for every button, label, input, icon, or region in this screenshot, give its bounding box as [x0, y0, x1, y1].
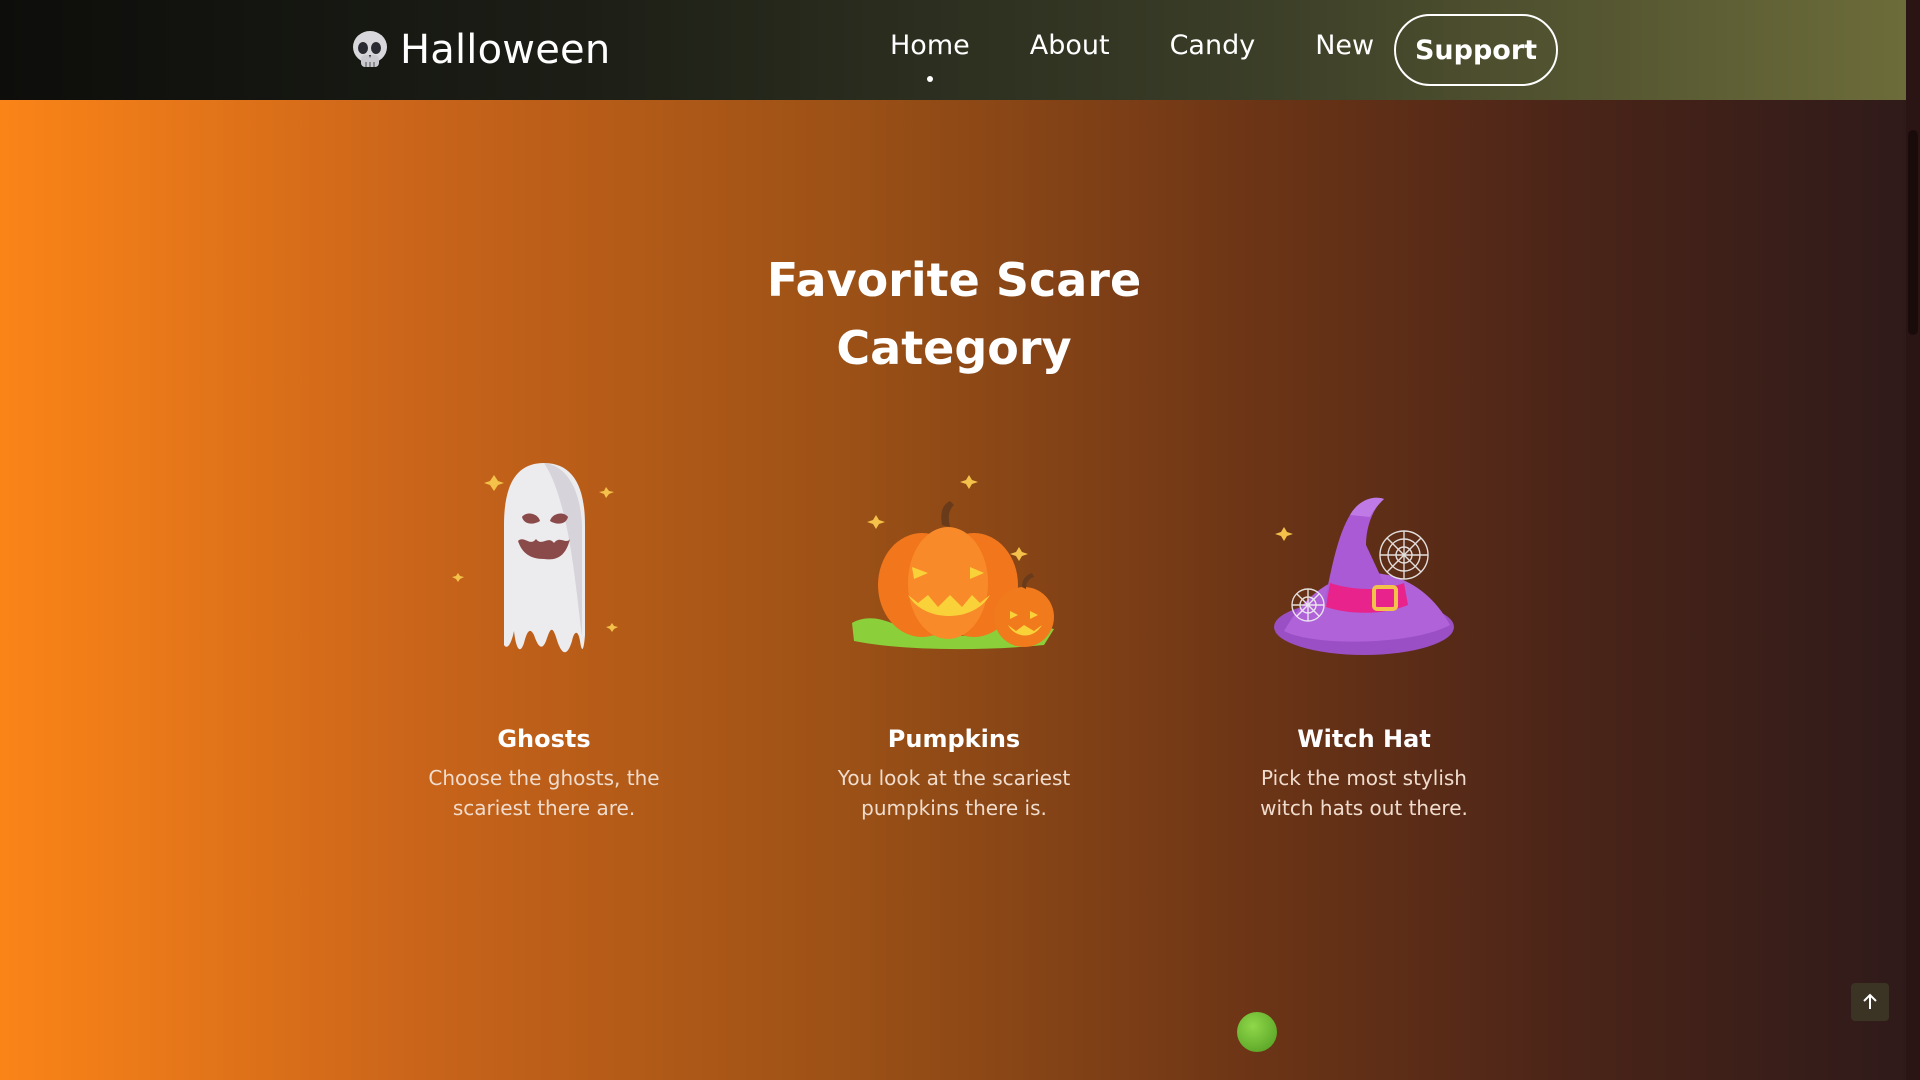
floating-green-orb: [1237, 1012, 1277, 1052]
nav-link-about[interactable]: About: [1000, 30, 1140, 61]
navbar: Halloween Home About Candy New Support: [0, 0, 1906, 100]
pumpkin-image: [799, 455, 1109, 675]
card-desc-witch-hat-line1: Pick the most stylish: [1261, 766, 1467, 790]
section-title-line2: Category: [836, 321, 1072, 375]
card-desc-pumpkins: You look at the scariest pumpkins there …: [799, 763, 1109, 823]
section-title-line1: Favorite Scare: [766, 253, 1142, 307]
card-desc-pumpkins-line1: You look at the scariest: [837, 766, 1071, 790]
ghost-icon: [452, 463, 618, 653]
pumpkin-icon: [852, 475, 1054, 650]
nav-link-home[interactable]: Home: [860, 30, 1000, 82]
card-title-pumpkins: Pumpkins: [887, 725, 1021, 753]
scroll-to-top-button[interactable]: [1851, 983, 1889, 1021]
scrollbar-thumb[interactable]: [1908, 130, 1918, 335]
nav-links: Home About Candy New: [860, 30, 1404, 82]
section-title: Favorite Scare Category: [680, 246, 1228, 382]
category-card-witch-hat[interactable]: Witch Hat Pick the most stylish witch ha…: [1209, 455, 1519, 823]
witch-hat-icon: [1274, 497, 1454, 655]
nav-link-new[interactable]: New: [1285, 30, 1404, 61]
category-card-ghosts[interactable]: Ghosts Choose the ghosts, the scariest t…: [389, 455, 699, 823]
skull-icon: [353, 31, 387, 67]
card-title-ghosts: Ghosts: [497, 725, 591, 753]
card-desc-witch-hat-line2: witch hats out there.: [1260, 796, 1468, 820]
card-desc-ghosts-line1: Choose the ghosts, the: [428, 766, 660, 790]
card-title-witch-hat: Witch Hat: [1297, 725, 1431, 753]
card-desc-ghosts-line2: scariest there are.: [452, 796, 636, 820]
category-card-pumpkins[interactable]: Pumpkins You look at the scariest pumpki…: [799, 455, 1109, 823]
ghost-image: [389, 455, 699, 675]
card-desc-pumpkins-line2: pumpkins there is.: [861, 796, 1047, 820]
brand-name: Halloween: [400, 27, 611, 73]
card-desc-witch-hat: Pick the most stylish witch hats out the…: [1209, 763, 1519, 823]
card-desc-ghosts: Choose the ghosts, the scariest there ar…: [389, 763, 699, 823]
witch-hat-image: [1209, 455, 1519, 675]
brand-logo[interactable]: Halloween: [350, 24, 610, 76]
arrow-up-icon: [1863, 993, 1877, 1009]
support-button[interactable]: Support: [1394, 14, 1558, 86]
nav-link-candy[interactable]: Candy: [1140, 30, 1286, 61]
